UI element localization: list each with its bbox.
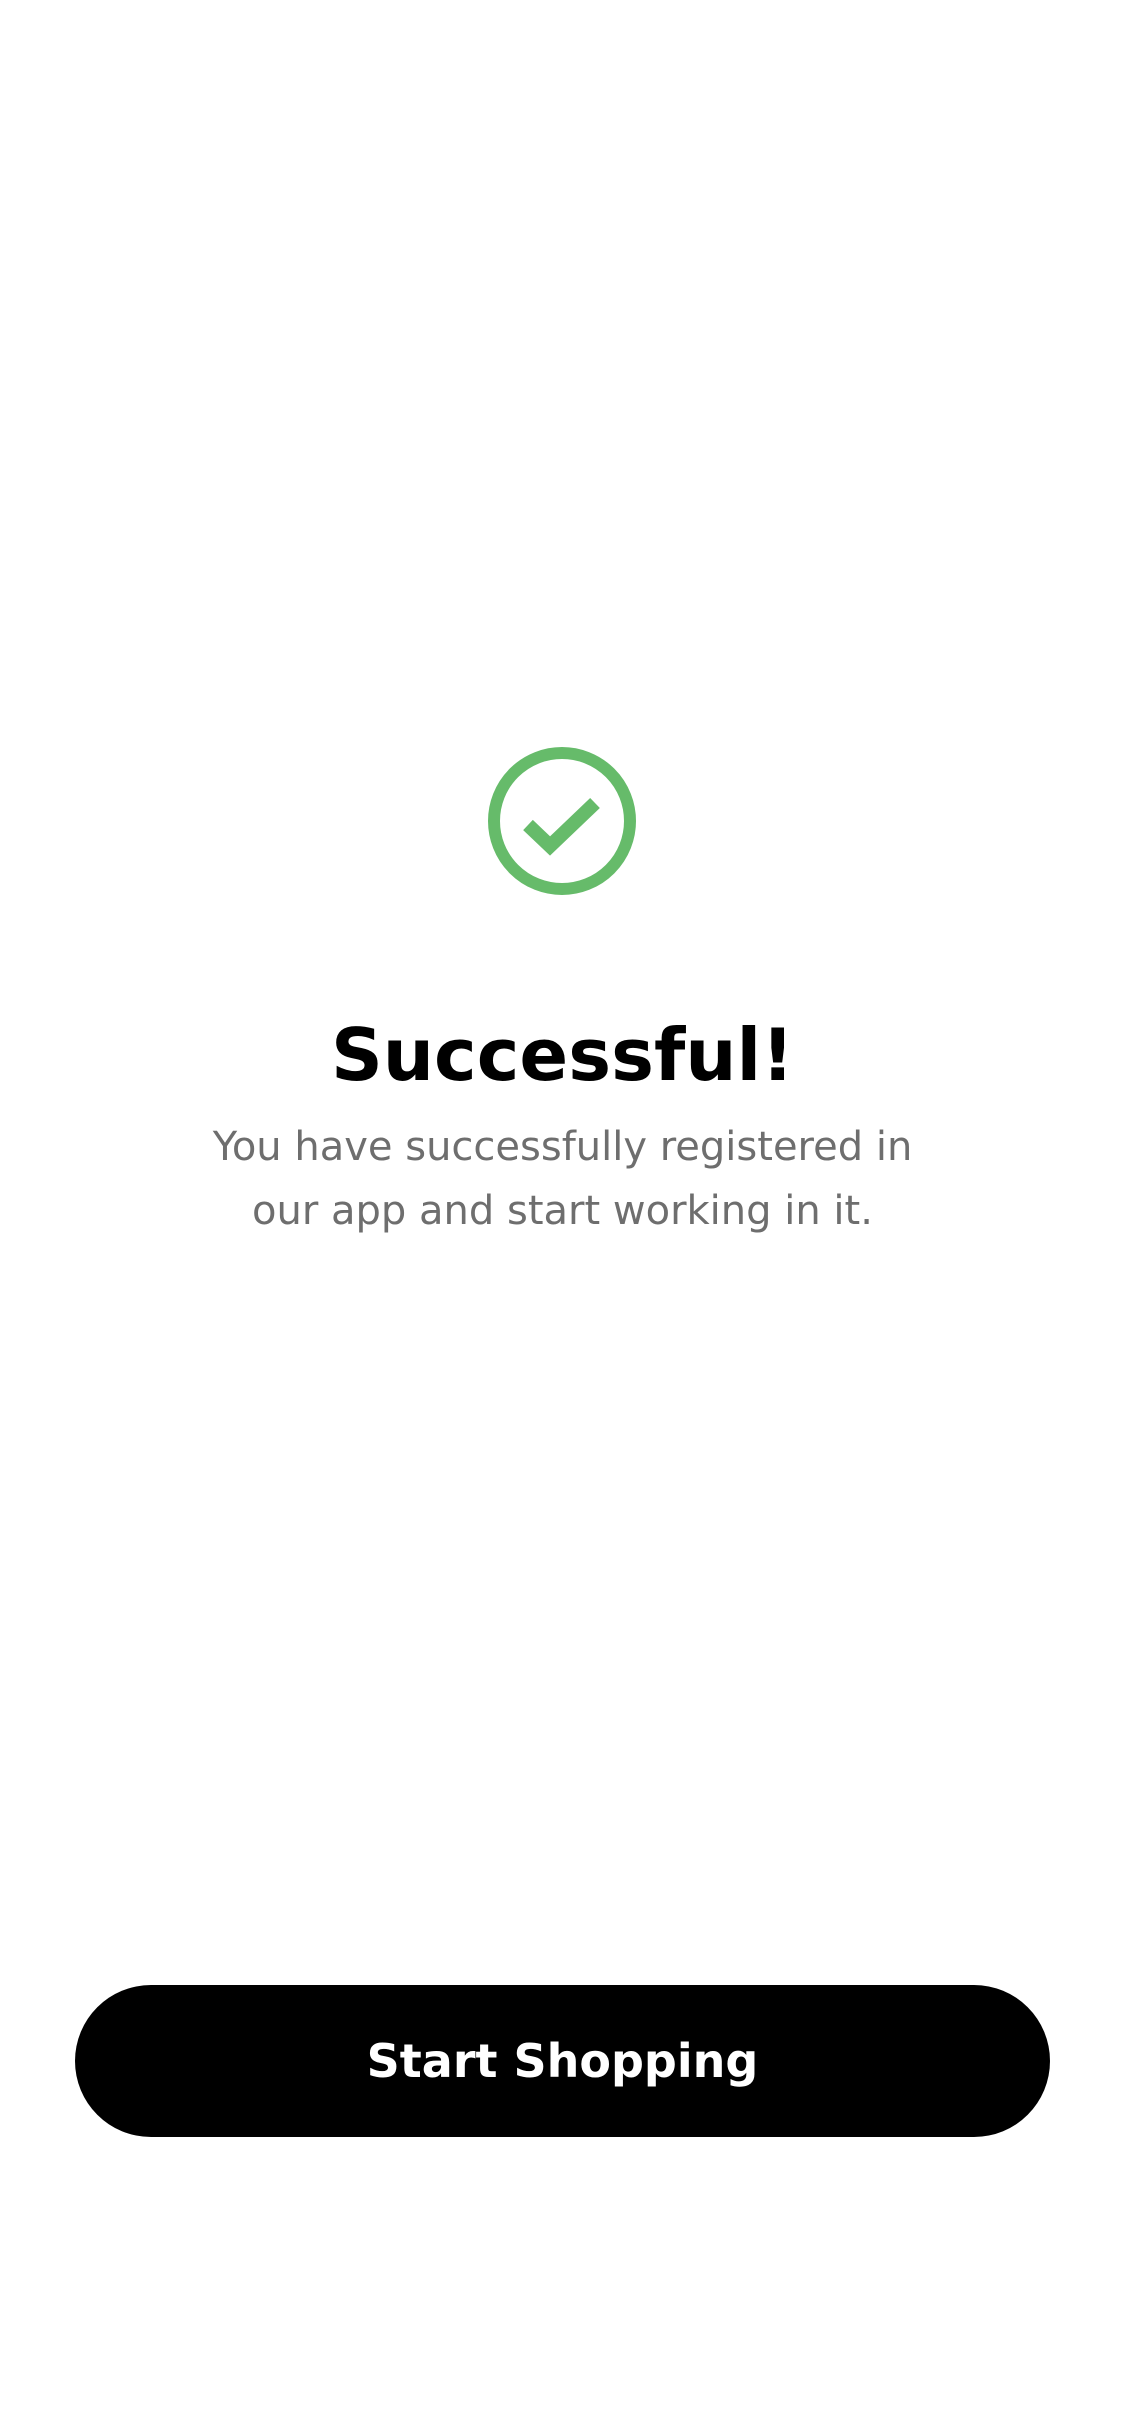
success-message-line-1: You have successfully registered in [212, 1124, 913, 1170]
success-screen: Successful! You have successfully regist… [0, 0, 1125, 2436]
start-shopping-button-label: Start Shopping [366, 2034, 759, 2088]
page-title: Successful! [330, 1013, 795, 1097]
start-shopping-button[interactable]: Start Shopping [75, 1985, 1050, 2137]
success-message-line-2: our app and start working in it. [252, 1188, 873, 1234]
check-circle-icon [486, 745, 638, 897]
success-message: You have successfully registered in our … [150, 1115, 975, 1243]
